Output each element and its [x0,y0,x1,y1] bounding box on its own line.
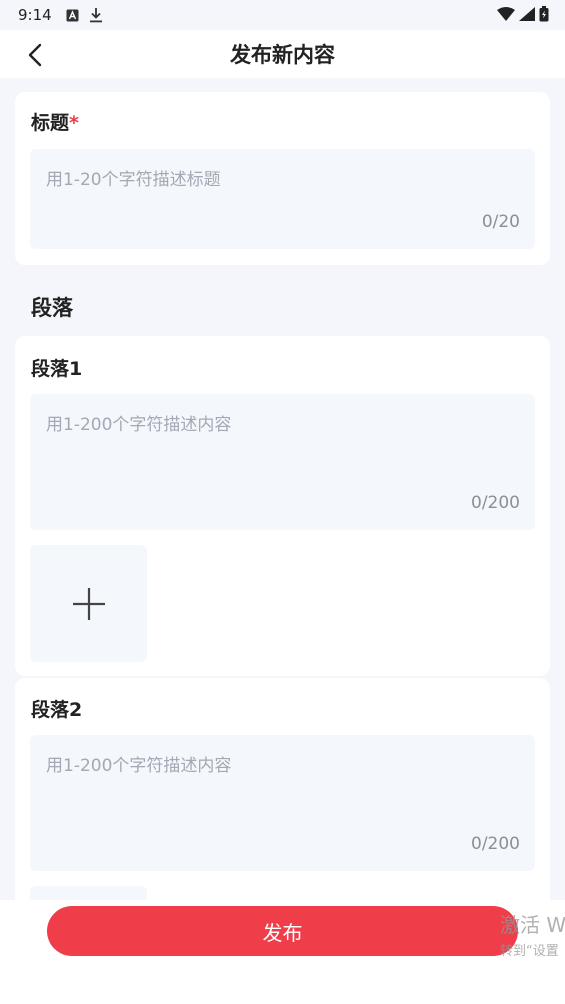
activation-watermark: 激活 W 转到“设置 [500,909,565,959]
paragraph-1-placeholder: 用1-200个字符描述内容 [46,415,232,435]
notification-a-icon [66,9,79,22]
paragraph-section-title: 段落 [31,296,73,320]
chevron-left-icon [28,43,42,67]
publish-button[interactable]: 发布 [47,906,518,956]
title-input-placeholder: 用1-20个字符描述标题 [46,170,221,190]
watermark-line-1: 激活 W [500,913,565,937]
paragraph-card-2: 段落2 用1-200个字符描述内容 0/200 [15,678,550,900]
paragraph-1-label: 段落1 [31,358,83,380]
title-card: 标题* 用1-20个字符描述标题 0/20 [15,92,550,265]
status-bar: 9:14 [0,0,565,30]
paragraph-2-char-counter: 0/200 [471,834,520,854]
title-label-text: 标题 [31,112,70,134]
wifi-icon [497,7,515,25]
bottom-action-bar: 发布 [0,900,565,1004]
back-button[interactable] [22,42,48,68]
paragraph-2-placeholder: 用1-200个字符描述内容 [46,756,232,776]
plus-icon [72,587,105,620]
content-scroll-area[interactable]: 标题* 用1-20个字符描述标题 0/20 段落 段落1 用1-200个字符描述… [0,78,565,900]
title-label: 标题* [31,108,79,135]
paragraph-2-label: 段落2 [31,699,83,721]
top-nav-bar: 发布新内容 [0,30,565,78]
paragraph-1-input[interactable]: 用1-200个字符描述内容 0/200 [30,394,535,530]
page-title: 发布新内容 [230,43,335,67]
title-char-counter: 0/20 [481,212,520,232]
watermark-line-2: 转到“设置 [500,944,559,959]
battery-icon [539,6,549,26]
download-icon [89,7,103,23]
status-time: 9:14 [18,6,52,24]
paragraph-card-1: 段落1 用1-200个字符描述内容 0/200 [15,336,550,676]
paragraph-2-input[interactable]: 用1-200个字符描述内容 0/200 [30,735,535,871]
required-mark: * [69,112,79,134]
paragraph-2-add-image-button[interactable] [30,886,147,900]
signal-icon [519,7,535,25]
paragraph-1-add-image-button[interactable] [30,545,147,662]
title-input[interactable]: 用1-20个字符描述标题 0/20 [30,149,535,249]
paragraph-1-char-counter: 0/200 [471,493,520,513]
